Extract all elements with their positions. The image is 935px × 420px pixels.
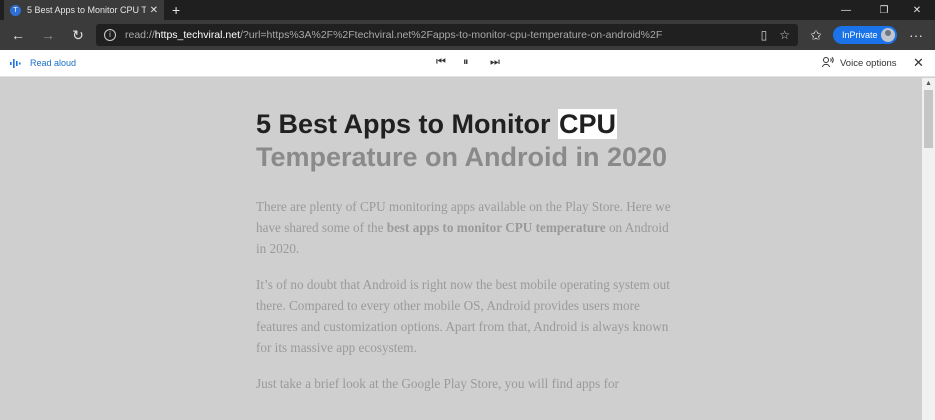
title-highlighted-word: CPU [558, 109, 618, 139]
address-bar[interactable]: i read://https_techviral.net/?url=https%… [96, 24, 798, 46]
reader-view: 5 Best Apps to Monitor CPU Temperature o… [0, 78, 922, 420]
tab-strip: T 5 Best Apps to Monitor CPU Tem ✕ + — ❐… [0, 0, 935, 20]
url-path: /?url=https%3A%2F%2Ftechviral.net%2Fapps… [240, 29, 663, 41]
url-host: https_techviral.net [154, 29, 240, 41]
restore-button[interactable]: ❐ [866, 0, 902, 20]
article-title: 5 Best Apps to Monitor CPU Temperature o… [256, 108, 676, 174]
pause-icon[interactable]: ⏸ [463, 56, 469, 69]
avatar [881, 28, 895, 42]
settings-menu-button[interactable]: ··· [906, 25, 926, 45]
address-url[interactable]: read://https_techviral.net/?url=https%3A… [125, 29, 749, 41]
favorites-icon[interactable]: ✩ [806, 25, 826, 45]
add-favorite-icon[interactable]: ☆ [779, 28, 790, 42]
reader-view-icon[interactable]: ▯ [761, 28, 768, 42]
voice-options-icon[interactable] [822, 56, 834, 71]
minimize-button[interactable]: — [828, 0, 864, 20]
previous-paragraph-icon[interactable]: ⏮ [436, 56, 446, 69]
voice-options-label[interactable]: Voice options [840, 58, 897, 69]
inprivate-label: InPrivate [842, 30, 878, 40]
window-close-button[interactable]: ✕ [899, 0, 935, 20]
article-paragraph-2: It’s of no doubt that Android is right n… [256, 277, 670, 355]
info-icon[interactable]: i [104, 29, 116, 41]
read-aloud-close-icon[interactable]: ✕ [913, 55, 924, 71]
article: 5 Best Apps to Monitor CPU Temperature o… [256, 108, 676, 409]
url-prefix: read:// [125, 29, 155, 41]
article-paragraph-3: Just take a brief look at the Google Pla… [256, 376, 619, 391]
tab-active[interactable]: T 5 Best Apps to Monitor CPU Tem ✕ [4, 0, 164, 20]
new-tab-button[interactable]: + [172, 2, 180, 18]
scrollbar-thumb[interactable] [924, 90, 933, 148]
navigation-bar: ← → ↻ i read://https_techviral.net/?url=… [0, 20, 935, 50]
read-aloud-bar: Read aloud ⏮ ⏸ ⏭ Voice options ✕ [0, 50, 935, 77]
title-remaining-text: Temperature on Android in 2020 [256, 142, 668, 172]
read-aloud-icon [10, 57, 22, 72]
scroll-up-icon[interactable]: ▲ [922, 78, 935, 90]
techviral-favicon-icon: T [10, 4, 21, 16]
back-button[interactable]: ← [8, 25, 28, 45]
tab-title: 5 Best Apps to Monitor CPU Tem [27, 5, 146, 15]
next-paragraph-icon[interactable]: ⏭ [490, 56, 500, 69]
paragraph-1-bold: best apps to monitor CPU temperature [386, 220, 606, 235]
inprivate-button[interactable]: InPrivate [833, 26, 897, 44]
title-spoken-text: 5 Best Apps to Monitor [256, 109, 558, 139]
tab-close-icon[interactable]: ✕ [150, 5, 158, 16]
vertical-scrollbar[interactable]: ▲ [922, 78, 935, 420]
article-paragraph-1: There are plenty of CPU monitoring apps … [256, 196, 676, 259]
refresh-button[interactable]: ↻ [68, 25, 88, 45]
forward-button[interactable]: → [38, 25, 58, 45]
read-aloud-label[interactable]: Read aloud [30, 58, 76, 68]
